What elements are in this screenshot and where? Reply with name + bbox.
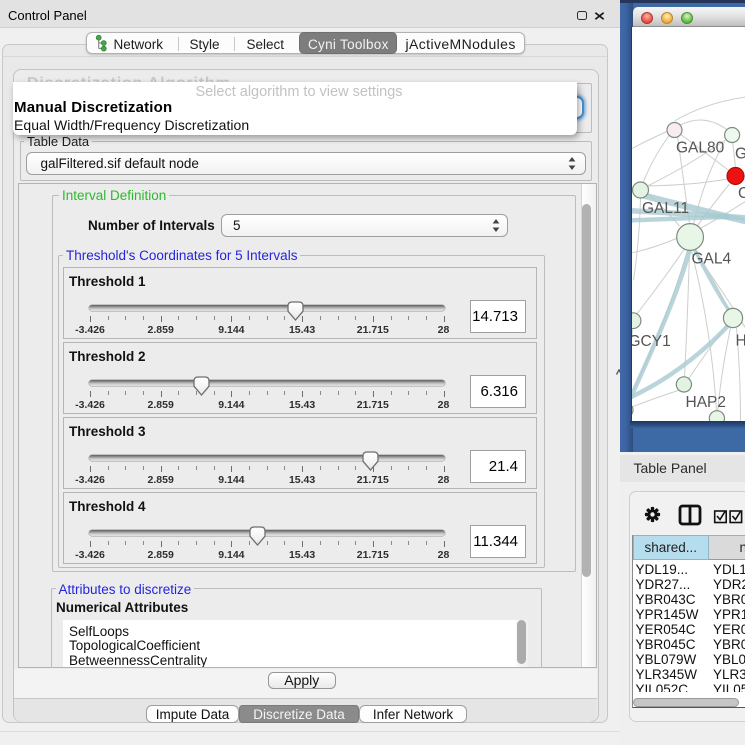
- svg-text:HI: HI: [736, 333, 745, 350]
- svg-text:GAL11: GAL11: [642, 200, 689, 217]
- svg-text:CY: CY: [738, 185, 745, 202]
- svg-text:GAL3: GAL3: [735, 146, 745, 163]
- svg-text:GAL4: GAL4: [692, 251, 732, 268]
- svg-text:GAL80: GAL80: [676, 140, 725, 157]
- svg-text:HAP2: HAP2: [686, 394, 727, 411]
- svg-text:GCY1: GCY1: [632, 333, 671, 350]
